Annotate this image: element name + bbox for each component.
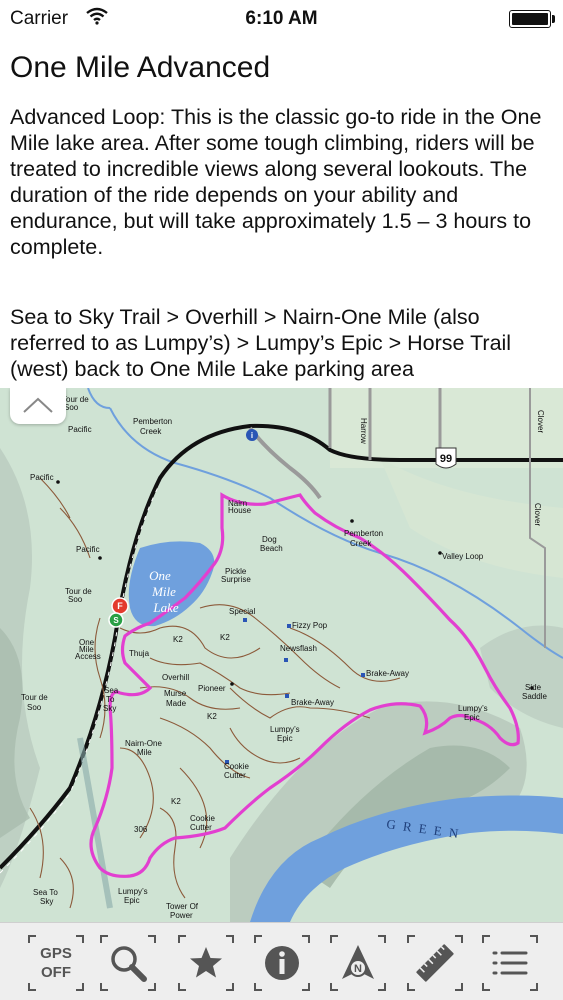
map-label-lumpys-epic-2b: Epic (464, 713, 480, 722)
map-label-lake-3: Lake (152, 600, 179, 615)
map-label-tower-of-power-2: Power (170, 911, 193, 920)
ruler-icon (416, 944, 454, 982)
collapse-map-button[interactable] (10, 388, 66, 424)
map-label-pemberton-creek-2: Pemberton (344, 529, 383, 538)
trail-map[interactable]: 99 i F S Tour de Soo Pemberton Creek Pac… (0, 388, 563, 922)
map-label-brake-away-2: Brake-Away (291, 698, 334, 707)
map-label-k2-4: K2 (171, 797, 181, 806)
bottom-toolbar: GPS OFF N (0, 922, 563, 1000)
map-label-sea-to-sky-2: To (106, 695, 115, 704)
map-label-murse-made-2: Made (166, 699, 187, 708)
trail-description: Advanced Loop: This is the classic go-to… (10, 105, 542, 259)
map-label-newsflash: Newsflash (280, 644, 317, 653)
map-label-valley-loop: Valley Loop (442, 552, 484, 561)
map-label-harrow: Harrow (359, 418, 368, 444)
battery-icon (509, 10, 551, 28)
map-label-clover-2: Clover (533, 503, 542, 526)
svg-text:i: i (251, 431, 253, 440)
map-label-overhill: Overhill (162, 673, 189, 682)
search-button[interactable] (100, 935, 156, 991)
info-icon (265, 946, 299, 980)
map-label-road-306: 306 (134, 825, 148, 834)
map-label-lumpys-epic-1b: Epic (277, 734, 293, 743)
map-label-lumpys-epic-1: Lumpy’s (270, 725, 300, 734)
map-label-cookie-cutter-1: Cookie (224, 762, 249, 771)
gps-label: GPS OFF (40, 945, 72, 981)
map-label-cookie-cutter-2: Cookie (190, 814, 215, 823)
map-label-lake-1: One (149, 568, 171, 583)
map-label-one-mile-access-3: Access (75, 652, 101, 661)
map-label-pioneer: Pioneer (198, 684, 226, 693)
map-label-cookie-cutter-1b: Cutter (224, 771, 246, 780)
compass-north-icon: N (342, 945, 374, 979)
map-label-special-k: Special (229, 607, 255, 616)
map-label-lumpys-epic-3: Lumpy’s (118, 887, 148, 896)
page-title: One Mile Advanced (10, 51, 271, 84)
battery-tip (552, 15, 555, 23)
map-label-sea-to-sky-3: Sky (103, 704, 116, 713)
map-label-sea-to-sky-4: Sea To (33, 888, 58, 897)
map-label-tour-de-soo-3: Tour de (21, 693, 48, 702)
map-label-pemberton-creek-1: Pemberton (133, 417, 172, 426)
svg-text:S: S (113, 616, 119, 625)
map-label-dog-beach-2: Beach (260, 544, 283, 553)
compass-button[interactable]: N (330, 935, 386, 991)
map-label-tour-de-soo-1b: Soo (64, 403, 79, 412)
map-label-tower-of-power-1: Tower Of (166, 902, 199, 911)
map-label-clover-1: Clover (536, 410, 545, 433)
map-label-nairn-house-2: House (228, 506, 252, 515)
map-label-pacific-2: Pacific (30, 473, 54, 482)
map-label-pickle-surprise-2: Surprise (221, 575, 251, 584)
info-button[interactable] (254, 935, 310, 991)
map-label-lumpys-epic-2: Lumpy’s (458, 704, 488, 713)
map-label-fizzy-pop: Fizzy Pop (292, 621, 328, 630)
map-label-k2-3: K2 (207, 712, 217, 721)
map-label-dog-beach-1: Dog (262, 535, 277, 544)
map-label-side-saddle-1: Side (525, 683, 542, 692)
star-icon (190, 947, 222, 978)
gps-toggle-button[interactable]: GPS OFF (28, 935, 84, 991)
trail-route: Sea to Sky Trail > Overhill > Nairn-One … (10, 305, 512, 381)
clock: 6:10 AM (245, 8, 318, 29)
map-label-lake-2: Mile (151, 584, 176, 599)
map-label-cookie-cutter-2b: Cutter (190, 823, 212, 832)
search-icon (111, 946, 147, 982)
map-label-k2-1: K2 (173, 635, 183, 644)
map-label-tour-de-soo-3b: Soo (27, 703, 42, 712)
map-label-k2-2: K2 (220, 633, 230, 642)
highway-99-shield: 99 (435, 447, 457, 469)
map-label-brake-away-1: Brake-Away (366, 669, 409, 678)
map-label-murse-made-1: Murse (164, 689, 187, 698)
status-bar: Carrier 6:10 AM (0, 0, 563, 38)
map-label-side-saddle-2: Saddle (522, 692, 547, 701)
map-label-thuja: Thuja (129, 649, 150, 658)
measure-button[interactable] (407, 935, 463, 991)
map-label-pemberton-creek-1b: Creek (140, 427, 162, 436)
map-label-sea-to-sky-1: Sea (104, 686, 119, 695)
chevron-up-icon (23, 397, 53, 413)
map-label-pemberton-creek-2b: Creek (350, 539, 372, 548)
map-label-sea-to-sky-5: Sky (40, 897, 53, 906)
map-label-nairn-one-mile-1: Nairn-One (125, 739, 162, 748)
map-label-pacific-1: Pacific (68, 425, 92, 434)
map-label-tour-de-soo-2b: Soo (68, 595, 83, 604)
favorite-button[interactable] (178, 935, 234, 991)
list-button[interactable] (482, 935, 538, 991)
svg-text:F: F (117, 601, 123, 611)
svg-text:N: N (354, 963, 362, 975)
map-canvas[interactable]: 99 i F S Tour de Soo Pemberton Creek Pac… (0, 388, 563, 922)
svg-text:99: 99 (440, 453, 452, 465)
list-icon (492, 951, 528, 975)
map-label-nairn-one-mile-2: Mile (137, 748, 152, 757)
map-label-lumpys-epic-3b: Epic (124, 896, 140, 905)
map-label-pacific-3: Pacific (76, 545, 100, 554)
